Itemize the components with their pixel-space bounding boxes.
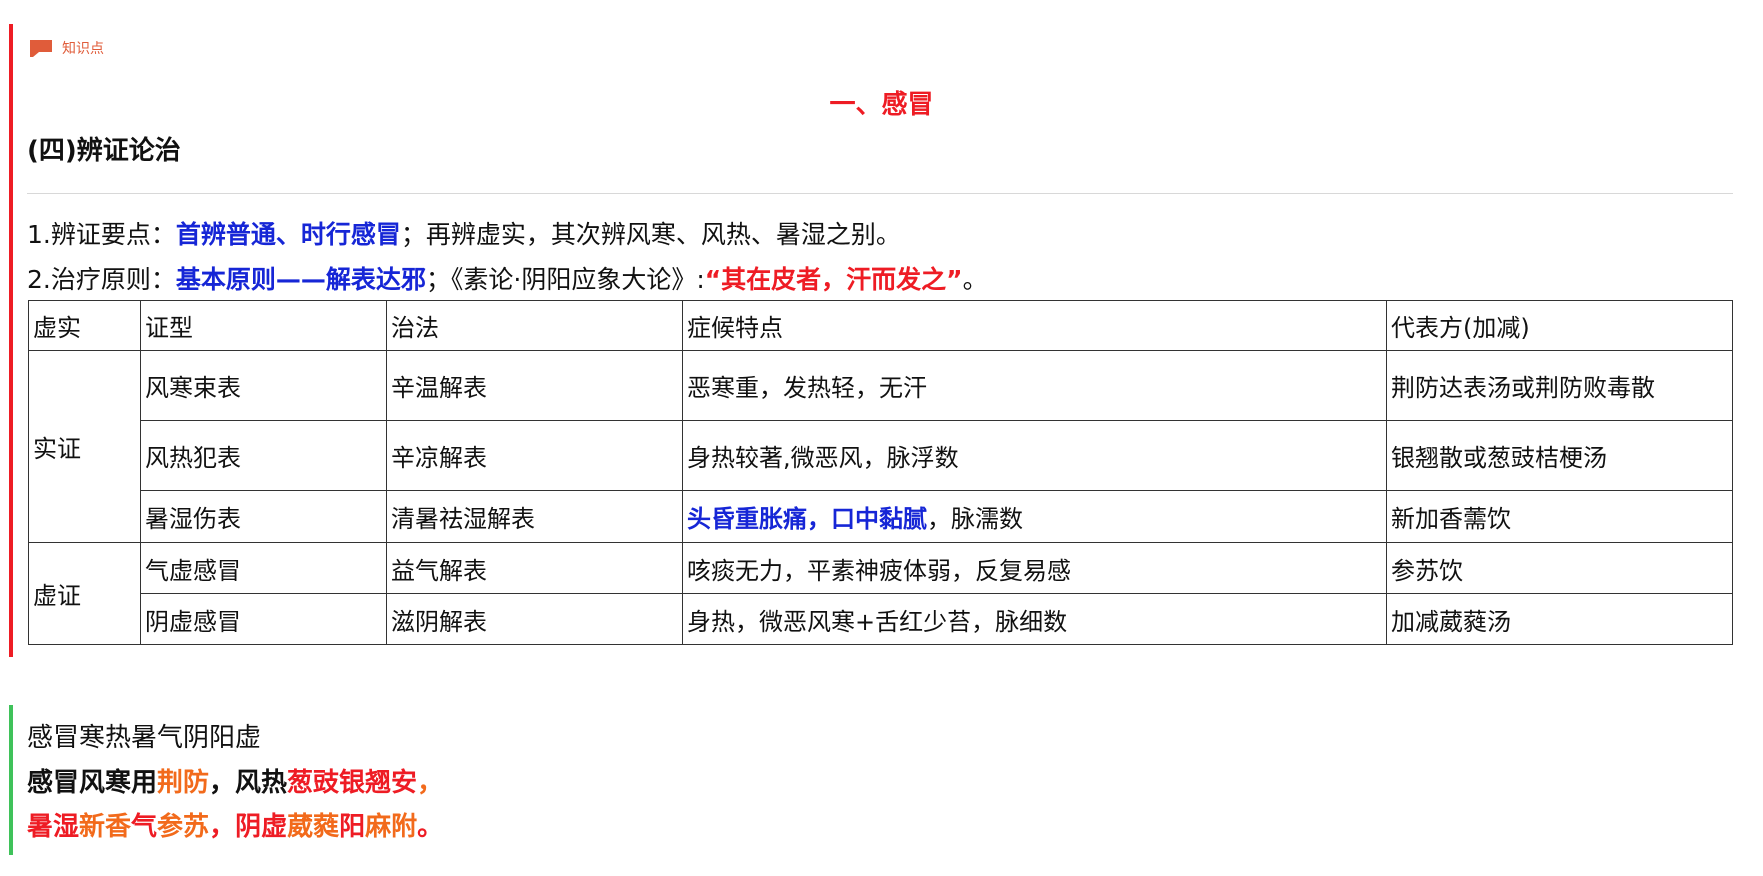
method-cell: 滋阴解表 [386,593,683,645]
method-cell: 益气解表 [386,542,683,594]
symptoms-cell: 身热，微恶风寒+舌红少苔，脉细数 [682,593,1387,645]
table-row: 风热犯表 辛凉解表 身热较著,微恶风，脉浮数 银翘散或葱豉桔梗汤 [29,420,1733,491]
header-cell: 代表方(加减) [1386,300,1733,351]
divider [27,193,1733,194]
formula-cell: 新加香薷饮 [1386,490,1733,543]
mnemonic-segment: 荆防 [157,768,210,798]
formula-cell: 银翘散或葱豉桔梗汤 [1386,420,1733,491]
method-cell: 辛温解表 [386,350,683,421]
symptoms-highlight: 头昏重胀痛，口中黏腻 [687,505,927,533]
type-cell: 阴虚感冒 [140,593,387,645]
symptoms-cell: 咳痰无力，平素神疲体弱，反复易感 [682,542,1387,594]
header-cell: 症候特点 [682,300,1387,351]
symptoms-text: 身热，微恶风寒+舌红少苔，脉细数 [687,607,1068,636]
mnemonic-segment: 新香 [79,812,132,842]
mnemonic-accent-bar [9,705,13,855]
knowledge-tag: 知识点 [30,38,104,58]
mnemonic-line-3: 暑湿新香气参苏，阴虚葳蕤阳麻附。 [27,806,443,843]
mnemonic-line-1: 感冒寒热暑气阴阳虚 [27,723,262,753]
method-cell: 辛凉解表 [386,420,683,491]
category-cell: 虚证 [28,542,141,645]
symptoms-cell: 身热较著,微恶风，脉浮数 [682,420,1387,491]
header-cell: 治法 [386,300,683,351]
mnemonic-segment: ，风热 [209,768,288,798]
flag-icon [30,39,52,57]
point1-rest: ；再辨虚实，其次辨风寒、风热、暑湿之别。 [400,220,901,249]
table-row: 阴虚感冒 滋阴解表 身热，微恶风寒+舌红少苔，脉细数 加减葳蕤汤 [29,593,1733,645]
symptoms-cell: 头昏重胀痛，口中黏腻，脉濡数 [682,490,1387,543]
table-row: 暑湿伤表 清暑祛湿解表 头昏重胀痛，口中黏腻，脉濡数 新加香薷饮 [29,490,1733,543]
type-cell: 风寒束表 [140,350,387,421]
mnemonic-segment: 。 [417,812,444,842]
table-row: 实证 风寒束表 辛温解表 恶寒重，发热轻，无汗 荆防达表汤或荆防败毒散 [28,350,1733,543]
syndrome-table: 虚实 证型 治法 症候特点 代表方(加减) 实证 风寒束表 辛温解表 恶寒重，发… [28,300,1733,645]
type-cell: 风热犯表 [140,420,387,491]
mnemonic-segment: 阳 [339,812,366,842]
point2-quote: “其在皮者，汗而发之” [704,265,963,294]
mnemonic-segment: ，阴虚 [209,812,288,842]
point2-highlight: 基本原则——解表达邪 [175,265,426,294]
symptoms-cell: 恶寒重，发热轻，无汗 [682,350,1387,421]
page-title: 一、感冒 [829,90,934,120]
point1-prefix: 1.辨证要点： [27,220,176,249]
formula-cell: 加减葳蕤汤 [1386,593,1733,645]
point2-prefix: 2.治疗原则： [27,265,176,294]
category-cell: 实证 [28,350,141,543]
point-diagnosis: 1.辨证要点：首辨普通、时行感冒；再辨虚实，其次辨风寒、风热、暑湿之别。 [27,215,901,251]
mnemonic-segment: 参苏 [157,812,210,842]
mnemonic-segment: 葱豉银翘安 [287,768,418,798]
mnemonic-segment: 麻附 [365,812,418,842]
mnemonic-segment: 气 [131,812,158,842]
section-title: (四)辨证论治 [27,136,181,166]
header-cell: 证型 [140,300,387,351]
tag-label: 知识点 [62,41,104,57]
mnemonic-line-2: 感冒风寒用荆防，风热葱豉银翘安， [27,762,443,799]
type-cell: 暑湿伤表 [140,490,387,543]
symptoms-text: ，脉濡数 [927,505,1023,533]
mnemonic-segment: 暑湿 [27,812,80,842]
point2-middle: ；《素论·阴阳应象大论》: [425,265,705,294]
mnemonic-segment: 感冒风寒用 [27,768,158,798]
formula-cell: 荆防达表汤或荆防败毒散 [1386,350,1733,421]
table-header-row: 虚实 证型 治法 症候特点 代表方(加减) [28,300,1733,351]
symptoms-text: 身热较著,微恶风，脉浮数 [687,444,959,472]
table-row: 虚证 气虚感冒 益气解表 咳痰无力，平素神疲体弱，反复易感 参苏饮 [28,542,1733,645]
point1-highlight: 首辨普通、时行感冒 [175,220,401,249]
header-cell: 虚实 [28,300,141,351]
formula-cell: 参苏饮 [1386,542,1733,594]
symptoms-text: 咳痰无力，平素神疲体弱，反复易感 [687,556,1071,585]
mnemonic-segment: ， [417,768,444,798]
type-cell: 气虚感冒 [140,542,387,594]
point2-end: 。 [962,265,988,294]
method-cell: 清暑祛湿解表 [386,490,683,543]
symptoms-text: 恶寒重，发热轻，无汗 [687,374,927,402]
mnemonic-segment: 葳蕤 [287,812,340,842]
point-treatment: 2.治疗原则：基本原则——解表达邪；《素论·阴阳应象大论》:“其在皮者，汗而发之… [27,260,988,296]
